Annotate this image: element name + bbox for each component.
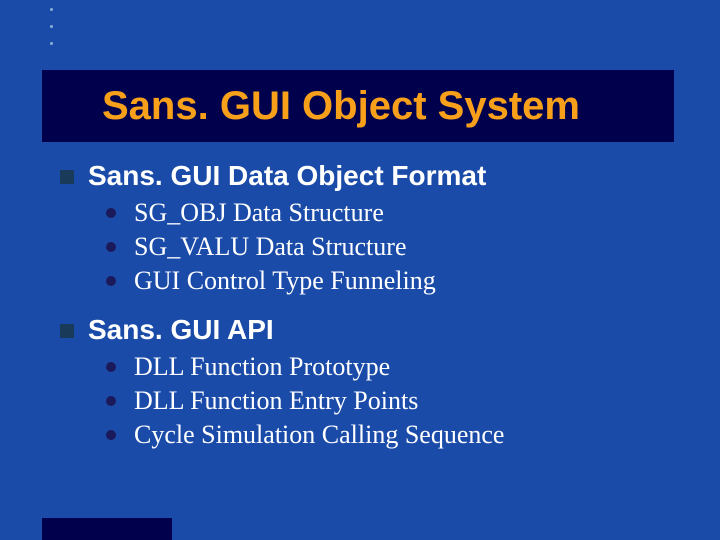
bottom-accent-bar	[42, 518, 172, 540]
heading-text: Sans. GUI API	[88, 314, 274, 346]
item-text: Cycle Simulation Calling Sequence	[134, 420, 504, 450]
title-bar: Sans. GUI Object System	[42, 70, 674, 142]
sublist: SG_OBJ Data Structure SG_VALU Data Struc…	[106, 198, 680, 296]
list-item: Cycle Simulation Calling Sequence	[106, 420, 680, 450]
list-item: DLL Function Prototype	[106, 352, 680, 382]
round-bullet-icon	[106, 396, 116, 406]
slide-title: Sans. GUI Object System	[102, 84, 580, 129]
section-heading: Sans. GUI API	[60, 314, 680, 346]
sublist: DLL Function Prototype DLL Function Entr…	[106, 352, 680, 450]
item-text: DLL Function Prototype	[134, 352, 390, 382]
list-item: SG_OBJ Data Structure	[106, 198, 680, 228]
item-text: SG_VALU Data Structure	[134, 232, 406, 262]
list-item: DLL Function Entry Points	[106, 386, 680, 416]
round-bullet-icon	[106, 362, 116, 372]
dot-icon	[50, 8, 53, 11]
square-bullet-icon	[60, 324, 74, 338]
heading-text: Sans. GUI Data Object Format	[88, 160, 486, 192]
round-bullet-icon	[106, 430, 116, 440]
list-item: GUI Control Type Funneling	[106, 266, 680, 296]
dot-icon	[50, 42, 53, 45]
item-text: DLL Function Entry Points	[134, 386, 418, 416]
round-bullet-icon	[106, 208, 116, 218]
round-bullet-icon	[106, 276, 116, 286]
item-text: GUI Control Type Funneling	[134, 266, 436, 296]
round-bullet-icon	[106, 242, 116, 252]
list-item: SG_VALU Data Structure	[106, 232, 680, 262]
decorative-dots	[50, 8, 53, 45]
square-bullet-icon	[60, 170, 74, 184]
section-heading: Sans. GUI Data Object Format	[60, 160, 680, 192]
item-text: SG_OBJ Data Structure	[134, 198, 384, 228]
slide-content: Sans. GUI Data Object Format SG_OBJ Data…	[60, 160, 680, 468]
dot-icon	[50, 25, 53, 28]
